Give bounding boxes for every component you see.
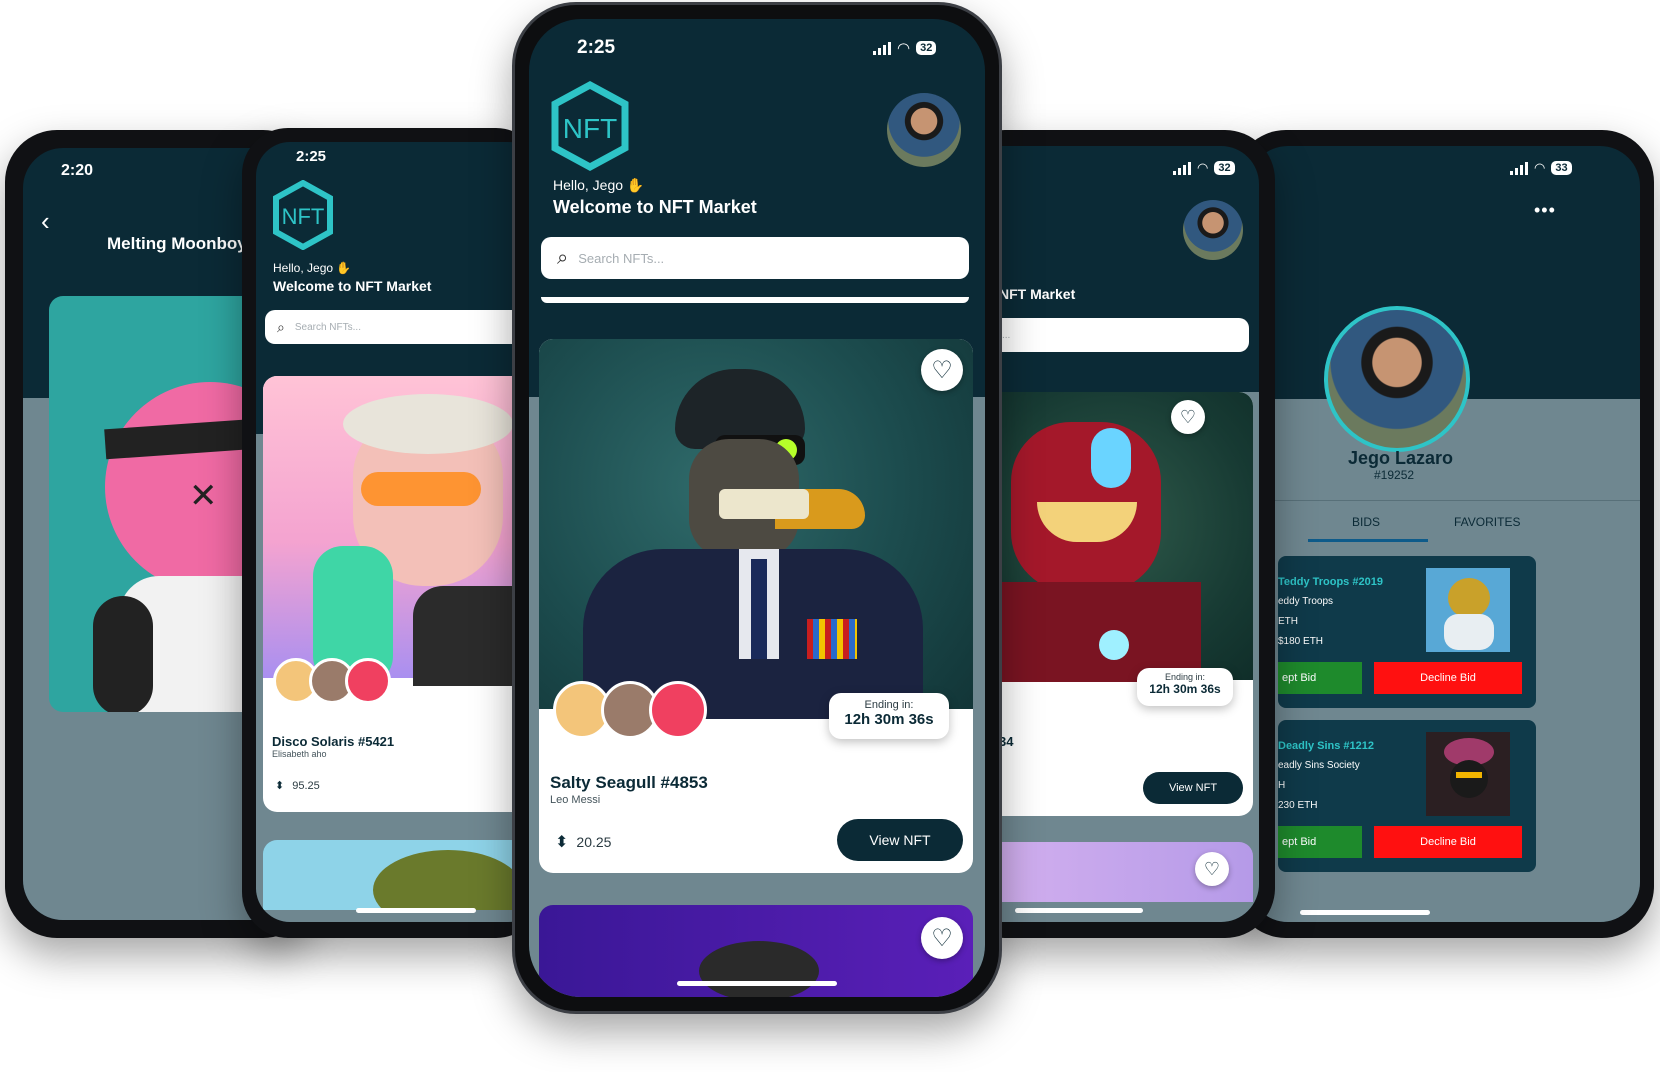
bid-nft-thumbnail bbox=[1426, 732, 1510, 816]
bid-title: Teddy Troops #2019 bbox=[1278, 576, 1383, 588]
nft-title: Melting Moonboy bbox=[107, 234, 247, 253]
nft-card[interactable]: Disco Solaris #5421 Elisabeth aho ⬍ 95.25 bbox=[263, 376, 539, 812]
welcome-title: Welcome to NFT Market bbox=[553, 197, 757, 217]
bid-collection: eddy Troops bbox=[1278, 596, 1334, 607]
signal-icon bbox=[1173, 161, 1191, 175]
ethereum-icon: ⬍ bbox=[555, 834, 569, 851]
home-indicator bbox=[356, 908, 476, 913]
favorite-heart-icon[interactable]: ♡ bbox=[921, 917, 963, 959]
status-time: 2:25 bbox=[296, 148, 327, 165]
profile-id: #19252 bbox=[1374, 468, 1415, 482]
tabs-bar: BIDS FAVORITES bbox=[1248, 500, 1640, 542]
nft-card-next[interactable] bbox=[263, 840, 539, 910]
view-nft-button[interactable]: View NFT bbox=[837, 819, 963, 861]
bid-amount: 230 ETH bbox=[1278, 800, 1318, 811]
battery-indicator: 32 bbox=[1214, 161, 1235, 175]
ethereum-icon: ⬍ bbox=[275, 780, 285, 792]
ending-label: Ending in: bbox=[864, 699, 914, 711]
wifi-icon: ◠ bbox=[897, 40, 911, 57]
search-icon: ⌕ bbox=[277, 318, 285, 335]
bid-card: Teddy Troops #2019 eddy Troops ETH $180 … bbox=[1278, 556, 1536, 708]
profile-name: Jego Lazaro bbox=[1348, 448, 1454, 468]
status-time: 2:25 bbox=[577, 37, 616, 58]
status-icons: ◠ 32 bbox=[873, 39, 937, 57]
signal-icon bbox=[1510, 161, 1528, 175]
favorite-heart-icon[interactable]: ♡ bbox=[1171, 400, 1205, 434]
nft-artwork bbox=[539, 339, 973, 719]
bid-nft-thumbnail bbox=[1426, 568, 1510, 652]
greeting-text: Hello, Jego ✋ bbox=[553, 177, 645, 193]
nft-card-price: ⬍ 20.25 bbox=[555, 834, 612, 851]
user-avatar[interactable] bbox=[1183, 200, 1243, 260]
wifi-icon: ◠ bbox=[1197, 160, 1209, 175]
home-indicator bbox=[1300, 910, 1430, 915]
greeting-text: Hello, Jego ✋ bbox=[273, 261, 352, 275]
svg-text:NFT: NFT bbox=[282, 204, 325, 229]
bid-currency: H bbox=[1278, 780, 1286, 791]
auction-ending-badge: Ending in: 12h 30m 36s bbox=[1137, 668, 1233, 706]
bid-card: Deadly Sins #1212 eadly Sins Society H 2… bbox=[1278, 720, 1536, 872]
status-icons: ◠ 32 bbox=[1173, 160, 1235, 176]
home-indicator bbox=[677, 981, 837, 986]
owner-avatars bbox=[273, 658, 391, 704]
status-time: 2:20 bbox=[61, 162, 94, 179]
user-avatar[interactable] bbox=[887, 93, 961, 167]
nft-logo-icon: NFT bbox=[551, 81, 629, 171]
nft-artwork bbox=[263, 376, 539, 686]
search-input[interactable]: ⌕ Search NFTs... bbox=[265, 310, 535, 344]
home-indicator bbox=[1015, 908, 1143, 913]
phone-home-screen-small: 2:25 NFT Hello, Jego ✋ Welcome to NFT Ma… bbox=[242, 128, 542, 938]
status-icons: ◠ 33 bbox=[1510, 160, 1572, 176]
view-nft-button[interactable]: View NFT bbox=[1143, 772, 1243, 804]
wifi-icon: ◠ bbox=[1534, 160, 1546, 175]
battery-indicator: 33 bbox=[1551, 161, 1572, 175]
nft-card-title: Salty Seagull #4853 bbox=[550, 773, 708, 792]
tab-bids-underline bbox=[1308, 539, 1428, 542]
accept-bid-button[interactable]: ept Bid bbox=[1278, 826, 1362, 858]
svg-text:NFT: NFT bbox=[563, 113, 617, 144]
decline-bid-button[interactable]: Decline Bid bbox=[1374, 662, 1522, 694]
profile-avatar bbox=[1324, 306, 1470, 452]
nft-logo-icon: NFT bbox=[272, 180, 334, 250]
auction-ending-badge: Ending in: 12h 30m 36s bbox=[829, 693, 949, 739]
bid-currency: ETH bbox=[1278, 616, 1298, 627]
ending-label: Ending in: bbox=[1164, 672, 1206, 682]
nft-card-title: Disco Solaris #5421 bbox=[272, 734, 395, 749]
phone-profile-screen: ◠ 33 ••• Jego Lazaro #19252 BIDS FAVORIT… bbox=[1234, 130, 1654, 938]
tab-bids[interactable]: BIDS bbox=[1352, 515, 1380, 529]
nft-card-price: ⬍ 95.25 bbox=[275, 779, 320, 793]
ending-countdown: 12h 30m 36s bbox=[844, 711, 934, 728]
favorite-heart-icon[interactable]: ♡ bbox=[1195, 852, 1229, 886]
phone-home-screen-right: ◠ 32 NFT Market s... ♡ Ending in: 12h 30… bbox=[955, 130, 1275, 938]
phone-home-screen-main: 2:25 ◠ 32 NFT Hello, Jego ✋ Welcome to N… bbox=[512, 2, 1002, 1014]
back-icon[interactable]: ‹ bbox=[41, 206, 50, 237]
nft-card-author: Elisabeth aho bbox=[272, 749, 327, 759]
search-icon: ⌕ bbox=[557, 246, 569, 269]
nft-card[interactable]: ♡ Ending in: 12h 30m 36s Salty Seagull #… bbox=[539, 339, 973, 873]
ending-countdown: 12h 30m 36s bbox=[1149, 682, 1221, 696]
divider bbox=[541, 297, 969, 303]
search-input[interactable]: ⌕ Search NFTs... bbox=[541, 237, 969, 279]
decline-bid-button[interactable]: Decline Bid bbox=[1374, 826, 1522, 858]
bid-collection: eadly Sins Society bbox=[1278, 760, 1360, 771]
favorite-heart-icon[interactable]: ♡ bbox=[921, 349, 963, 391]
signal-icon bbox=[873, 41, 891, 55]
tab-favorites[interactable]: FAVORITES bbox=[1454, 515, 1520, 529]
nft-card-author: Leo Messi bbox=[550, 794, 601, 806]
more-options-icon[interactable]: ••• bbox=[1534, 200, 1556, 221]
bid-amount: $180 ETH bbox=[1278, 636, 1324, 647]
bid-title: Deadly Sins #1212 bbox=[1278, 740, 1375, 752]
battery-indicator: 32 bbox=[916, 41, 937, 55]
accept-bid-button[interactable]: ept Bid bbox=[1278, 662, 1362, 694]
welcome-title: Welcome to NFT Market bbox=[273, 278, 432, 294]
welcome-title: NFT Market bbox=[999, 286, 1076, 302]
owner-avatars bbox=[553, 681, 707, 739]
